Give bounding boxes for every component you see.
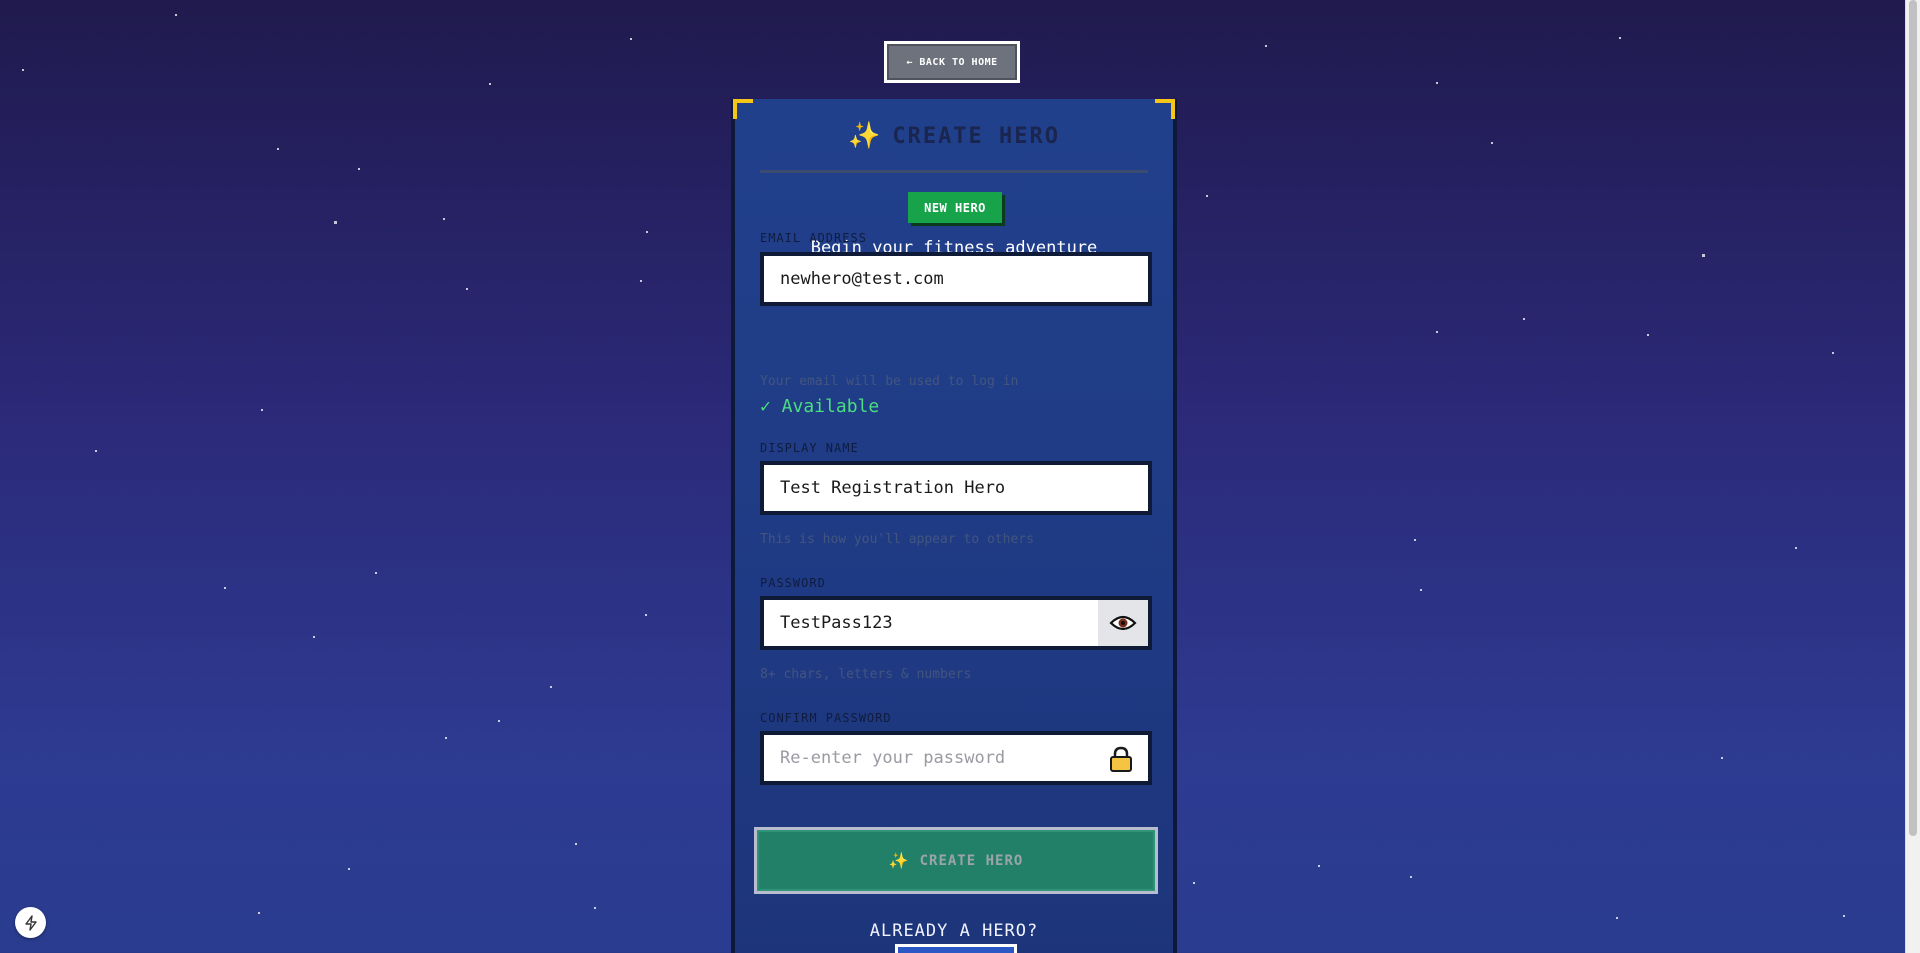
- lightning-bolt-icon: [24, 914, 37, 931]
- password-hint: 8+ chars, letters & numbers: [760, 667, 972, 682]
- email-label: EMAIL ADDRESS: [760, 231, 867, 245]
- corner-accent-top-left: [733, 99, 753, 119]
- display-name-hint: This is how you'll appear to others: [760, 532, 1034, 547]
- already-a-hero-text: ALREADY A HERO?: [869, 921, 1039, 941]
- card-header: ✨ CREATE HERO: [735, 123, 1173, 149]
- toggle-password-visibility-button[interactable]: [1098, 600, 1148, 646]
- title-divider: [760, 170, 1148, 173]
- email-availability-status: ✓ Available: [760, 396, 880, 417]
- back-to-home-button[interactable]: ← BACK TO HOME: [884, 41, 1020, 83]
- login-button[interactable]: [895, 944, 1017, 953]
- scrollbar-thumb[interactable]: [1909, 0, 1917, 836]
- confirm-password-label: CONFIRM PASSWORD: [760, 711, 892, 725]
- password-field-wrapper: [760, 596, 1152, 650]
- sparkles-icon: ✨: [888, 851, 910, 870]
- page-scrollbar[interactable]: [1905, 0, 1920, 953]
- email-hint: Your email will be used to log in: [760, 374, 1019, 389]
- sparkles-icon: ✨: [847, 121, 881, 151]
- new-hero-badge: NEW HERO: [908, 192, 1002, 223]
- corner-accent-top-right: [1155, 99, 1175, 119]
- display-name-input[interactable]: [764, 465, 1080, 511]
- create-hero-submit-button[interactable]: ✨ CREATE HERO: [754, 827, 1158, 894]
- create-hero-card: ✨ CREATE HERO NEW HERO Begin your fitnes…: [731, 99, 1177, 953]
- password-input[interactable]: [764, 600, 1080, 646]
- page-title: CREATE HERO: [892, 123, 1061, 149]
- password-label: PASSWORD: [760, 576, 826, 590]
- create-hero-submit-label: CREATE HERO: [919, 852, 1024, 869]
- eye-icon: [1109, 615, 1137, 631]
- email-input[interactable]: [764, 256, 1080, 302]
- display-name-field-wrapper: [760, 461, 1152, 515]
- confirm-password-field-wrapper: [760, 731, 1152, 785]
- email-field-wrapper: [760, 252, 1152, 306]
- lock-icon: [1110, 746, 1132, 772]
- dev-tools-button[interactable]: [15, 907, 46, 938]
- display-name-label: DISPLAY NAME: [760, 441, 859, 455]
- confirm-password-input[interactable]: [764, 735, 1080, 781]
- back-to-home-label: ← BACK TO HOME: [887, 44, 1017, 80]
